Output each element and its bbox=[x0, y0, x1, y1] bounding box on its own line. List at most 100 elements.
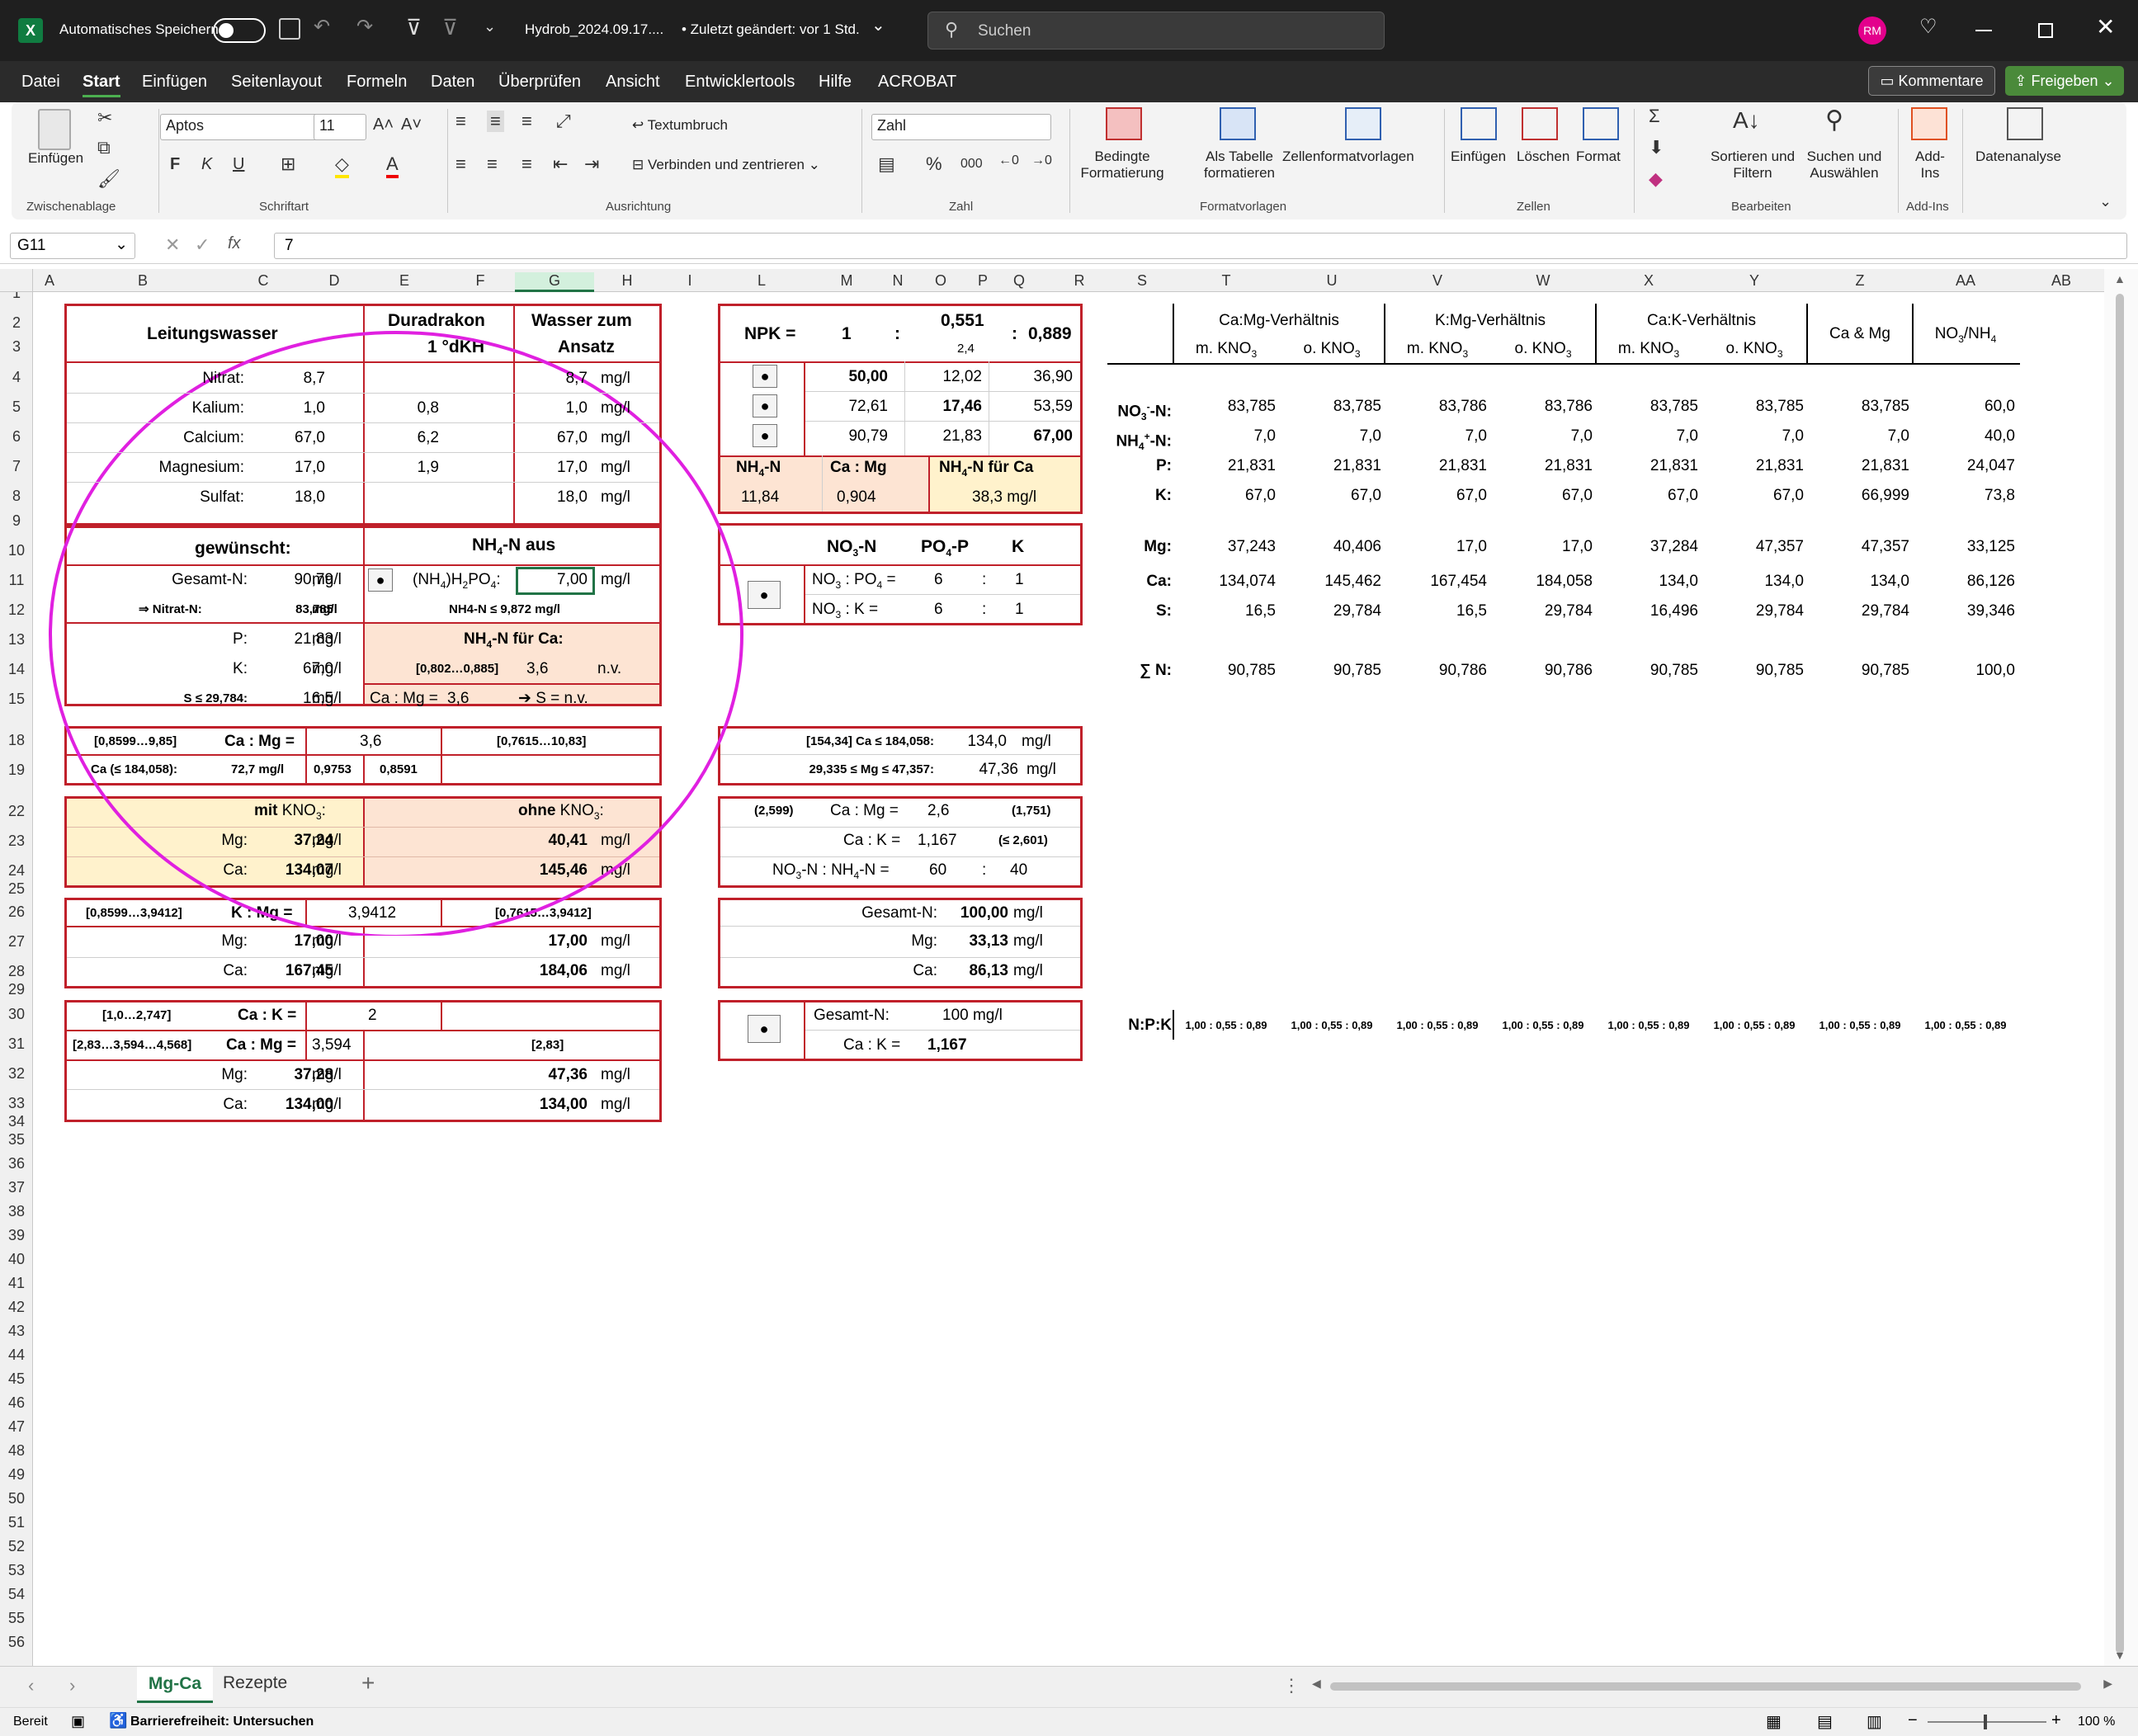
delete-cells-button[interactable]: Löschen bbox=[1517, 149, 1569, 165]
file-status-chevron-icon[interactable]: ⌄ bbox=[871, 15, 885, 35]
row-header[interactable]: 27 bbox=[0, 933, 32, 951]
align-bottom-icon[interactable]: ≡ bbox=[522, 111, 532, 132]
copy-icon[interactable]: ⧉ bbox=[97, 137, 111, 158]
col-header[interactable]: S bbox=[1111, 272, 1173, 290]
search-box[interactable]: ⚲ Suchen bbox=[927, 12, 1385, 50]
col-header[interactable]: G bbox=[515, 272, 594, 292]
menu-datei[interactable]: Datei bbox=[21, 73, 60, 92]
share-button[interactable]: ⇪ Freigeben ⌄ bbox=[2005, 66, 2124, 96]
font-name-select[interactable]: Aptos bbox=[160, 114, 320, 140]
function-icon[interactable]: fx bbox=[228, 234, 241, 253]
row-header[interactable]: 35 bbox=[0, 1131, 32, 1149]
col-header[interactable]: P bbox=[975, 272, 990, 290]
insert-cells-icon[interactable] bbox=[1461, 107, 1497, 140]
name-box[interactable]: G11 ⌄ bbox=[10, 233, 135, 259]
row-header[interactable]: 25 bbox=[0, 880, 32, 898]
col-header[interactable]: H bbox=[594, 272, 660, 290]
decrease-indent-icon[interactable]: ⇤ bbox=[553, 153, 568, 175]
font-color-icon[interactable]: A bbox=[386, 153, 399, 178]
row-header[interactable]: 2 bbox=[0, 314, 32, 332]
tab-next-icon[interactable]: › bbox=[69, 1675, 75, 1696]
zoom-in-icon[interactable]: + bbox=[2051, 1711, 2061, 1730]
filter-icon[interactable]: ⊽ bbox=[406, 15, 422, 40]
menu-entwicklertools[interactable]: Entwicklertools bbox=[685, 73, 795, 92]
find-select-icon[interactable]: ⚲ bbox=[1825, 106, 1843, 134]
increase-indent-icon[interactable]: ⇥ bbox=[584, 153, 599, 175]
col-header[interactable]: D bbox=[307, 272, 361, 290]
row-header[interactable]: 10 bbox=[0, 542, 32, 559]
row-header[interactable]: 45 bbox=[0, 1370, 32, 1388]
fill-icon[interactable]: ⬇ bbox=[1649, 137, 1664, 158]
page-layout-icon[interactable]: ▤ bbox=[1817, 1711, 1833, 1732]
row-header[interactable]: 9 bbox=[0, 512, 32, 530]
add-sheet-icon[interactable]: + bbox=[361, 1670, 375, 1696]
comments-button[interactable]: ▭ Kommentare bbox=[1868, 66, 1995, 96]
font-size-select[interactable]: 11 bbox=[314, 114, 366, 140]
redo-icon[interactable]: ↷ bbox=[356, 15, 373, 39]
enter-icon[interactable]: ✓ bbox=[195, 234, 210, 256]
vertical-scrollbar[interactable]: ▲ ▼ bbox=[2104, 269, 2138, 1666]
hscroll-left-icon[interactable]: ◀ bbox=[1312, 1677, 1321, 1691]
paste-icon[interactable] bbox=[38, 109, 71, 150]
col-header[interactable]: AB bbox=[2018, 272, 2104, 290]
conditional-format-icon[interactable] bbox=[1106, 107, 1142, 140]
col-header[interactable]: Q bbox=[990, 272, 1048, 290]
worksheet-grid[interactable]: Leitungswasser Duradrakon 1 °dKH Wasser … bbox=[33, 292, 2104, 1666]
cut-icon[interactable]: ✂ bbox=[97, 107, 112, 129]
align-middle-icon[interactable]: ≡ bbox=[487, 111, 504, 132]
autosave-toggle[interactable] bbox=[213, 18, 266, 43]
orientation-icon[interactable]: ⤢ bbox=[556, 111, 571, 132]
tab-more-icon[interactable]: ⋮ bbox=[1282, 1675, 1300, 1696]
row-header[interactable]: 37 bbox=[0, 1179, 32, 1196]
menu-start[interactable]: Start bbox=[83, 73, 120, 97]
col-header[interactable]: E bbox=[363, 272, 446, 290]
row-header[interactable]: 48 bbox=[0, 1442, 32, 1460]
grow-font-icon[interactable]: A˄ bbox=[373, 116, 394, 134]
row-header[interactable]: 34 bbox=[0, 1113, 32, 1130]
scroll-thumb[interactable] bbox=[2116, 294, 2124, 1653]
col-header[interactable]: I bbox=[660, 272, 720, 290]
quick-access-chevron-icon[interactable]: ⌄ bbox=[484, 18, 496, 35]
scroll-down-icon[interactable]: ▼ bbox=[2114, 1649, 2126, 1662]
minimize-icon[interactable] bbox=[1975, 30, 1992, 31]
row-header[interactable]: 14 bbox=[0, 661, 32, 678]
row-header[interactable]: 22 bbox=[0, 803, 32, 820]
format-cells-icon[interactable] bbox=[1583, 107, 1619, 140]
horizontal-scrollbar[interactable]: ◀ ▶ bbox=[1312, 1677, 2112, 1695]
row-header[interactable]: 55 bbox=[0, 1610, 32, 1627]
row-header[interactable]: 29 bbox=[0, 981, 32, 998]
row-header[interactable]: 33 bbox=[0, 1095, 32, 1112]
row-header[interactable]: 5 bbox=[0, 399, 32, 416]
row-header[interactable]: 56 bbox=[0, 1634, 32, 1651]
col-header[interactable]: Y bbox=[1701, 272, 1807, 290]
col-header[interactable]: U bbox=[1279, 272, 1385, 290]
data-analysis-button[interactable]: Datenanalyse bbox=[1975, 149, 2061, 165]
row-header[interactable]: 53 bbox=[0, 1562, 32, 1579]
cell-styles-button[interactable]: Zellenformatvorlagen bbox=[1282, 149, 1414, 165]
increase-decimal-icon[interactable]: ←0 bbox=[998, 153, 1019, 168]
accessibility-icon[interactable]: ♿ bbox=[109, 1712, 127, 1729]
menu-seitenlayout[interactable]: Seitenlayout bbox=[231, 73, 322, 92]
wrap-text-button[interactable]: ↩ Textumbruch bbox=[632, 117, 728, 134]
row-header[interactable]: 28 bbox=[0, 963, 32, 980]
row-header[interactable]: 26 bbox=[0, 903, 32, 921]
close-icon[interactable]: ✕ bbox=[2096, 13, 2115, 40]
col-header[interactable]: C bbox=[219, 272, 307, 290]
macro-record-icon[interactable]: ▣ bbox=[71, 1713, 85, 1730]
insert-cells-button[interactable]: Einfügen bbox=[1451, 149, 1506, 165]
row-header[interactable]: 30 bbox=[0, 1006, 32, 1023]
menu-hilfe[interactable]: Hilfe bbox=[819, 73, 852, 92]
addins-button[interactable]: Add-Ins bbox=[1909, 149, 1951, 182]
row-header[interactable]: 41 bbox=[0, 1275, 32, 1292]
row-header[interactable]: 40 bbox=[0, 1251, 32, 1268]
row-header[interactable]: 18 bbox=[0, 732, 32, 749]
menu-acrobat[interactable]: ACROBAT bbox=[878, 73, 956, 92]
find-select-button[interactable]: Suchen und Auswählen bbox=[1799, 149, 1890, 182]
hscroll-right-icon[interactable]: ▶ bbox=[2103, 1677, 2112, 1691]
gesamt-input-radio[interactable]: ● bbox=[748, 1015, 781, 1043]
format-painter-icon[interactable]: 🖌 bbox=[97, 168, 120, 190]
row-header[interactable]: 32 bbox=[0, 1065, 32, 1083]
row-header[interactable]: 15 bbox=[0, 691, 32, 708]
sheet-tab-rezepte[interactable]: Rezepte bbox=[223, 1673, 287, 1693]
col-header[interactable]: B bbox=[66, 272, 219, 290]
